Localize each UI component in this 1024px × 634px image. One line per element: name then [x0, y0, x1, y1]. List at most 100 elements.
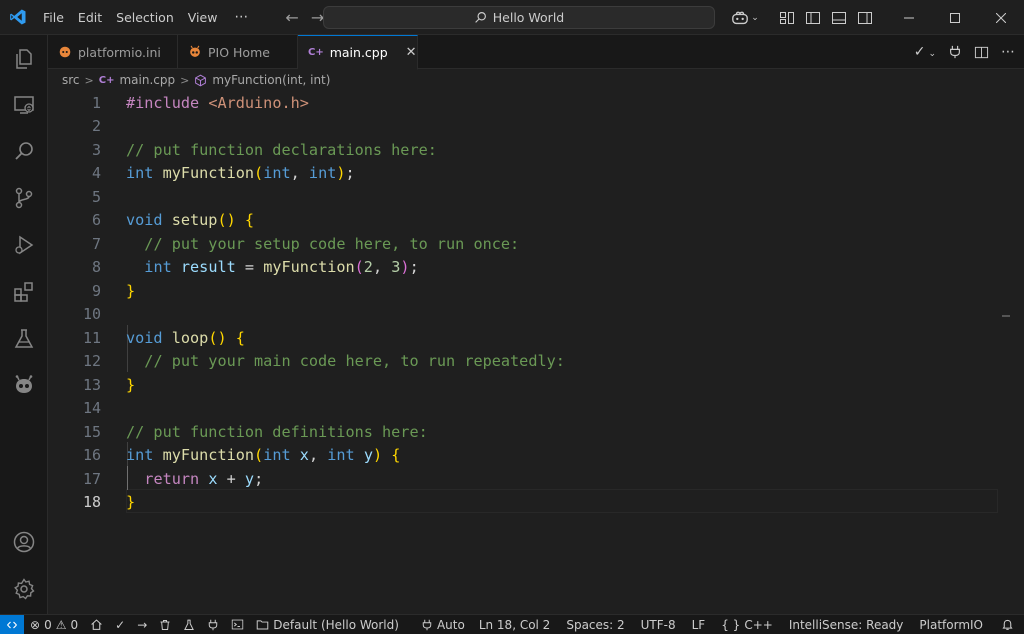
pio-build-button[interactable]: ✓ — [109, 615, 131, 634]
menu-edit[interactable]: Edit — [71, 0, 109, 35]
encoding[interactable]: UTF-8 — [633, 615, 684, 634]
breadcrumb: src > C+ main.cpp > myFunction(int, int) — [48, 69, 1024, 91]
check-icon[interactable]: ✓ ⌄ — [914, 44, 936, 60]
toggle-panel-icon[interactable] — [826, 0, 852, 35]
manage-gear-icon[interactable] — [0, 566, 48, 612]
indentation[interactable]: Spaces: 2 — [558, 615, 632, 634]
code-editor[interactable]: 1 #include <Arduino.h> 2 3 // put functi… — [48, 91, 1010, 614]
tab-main-cpp[interactable]: C+ main.cpp ✕ — [298, 35, 418, 70]
pio-test-button[interactable] — [177, 615, 201, 634]
intellisense-status[interactable]: IntelliSense: Ready — [781, 615, 912, 634]
trash-icon — [160, 619, 170, 630]
close-icon[interactable]: ✕ — [406, 45, 417, 60]
upload-port[interactable]: Auto — [415, 615, 471, 634]
problems-indicator[interactable]: ⊗ 0 ⚠ 0 — [24, 615, 84, 634]
menu-file[interactable]: File — [36, 0, 71, 35]
account-icon[interactable] — [0, 519, 48, 565]
code-line-current: 18 } — [48, 491, 1010, 515]
source-control-icon[interactable] — [0, 175, 48, 221]
breadcrumb-file[interactable]: main.cpp — [119, 73, 175, 87]
line-number: 7 — [91, 234, 101, 253]
method-symbol-icon — [195, 74, 207, 86]
code-line: 14 — [48, 397, 1010, 421]
search-text: Hello World — [492, 10, 565, 25]
menu-view[interactable]: View — [181, 0, 225, 35]
remote-indicator-icon[interactable] — [0, 614, 25, 634]
line-number: 12 — [82, 352, 101, 371]
flask-icon — [184, 619, 195, 630]
remote-explorer-icon[interactable] — [0, 82, 48, 128]
pio-clean-button[interactable] — [153, 615, 177, 634]
end-of-line[interactable]: LF — [684, 615, 714, 634]
pio-upload-button[interactable]: → — [131, 615, 153, 634]
code-line: 9 } — [48, 279, 1010, 303]
code-line: 10 — [48, 303, 1010, 327]
code-line: 12 // put your main code here, to run re… — [48, 350, 1010, 374]
testing-icon[interactable] — [0, 316, 48, 362]
code-line: 17 return x + y; — [48, 467, 1010, 491]
tab-platformio-ini[interactable]: platformio.ini — [48, 35, 178, 69]
error-icon: ⊗ — [30, 617, 41, 632]
status-bar: ⊗ 0 ⚠ 0 ✓ → Default (Hello World) Auto Ln … — [0, 614, 1024, 634]
toggle-secondary-sidebar-icon[interactable] — [852, 0, 878, 35]
bell-icon[interactable] — [991, 615, 1024, 634]
code-line: 16 int myFunction(int x, int y) { — [48, 444, 1010, 468]
menu-more-icon[interactable]: ⋯ — [224, 9, 259, 25]
breadcrumb-folder[interactable]: src — [62, 73, 80, 87]
terminal-icon — [232, 619, 244, 630]
line-number: 13 — [82, 375, 101, 394]
line-number: 18 — [82, 493, 101, 512]
maximize-button[interactable] — [932, 0, 978, 35]
tab-label: main.cpp — [329, 45, 388, 60]
title-bar: File Edit Selection View ⋯ ← → Hello Wor… — [0, 0, 1024, 35]
back-arrow-icon[interactable]: ← — [285, 8, 298, 27]
pio-serial-monitor-button[interactable] — [201, 615, 225, 634]
language-mode[interactable]: { } C++ — [713, 615, 781, 634]
cursor-position[interactable]: Ln 18, Col 2 — [471, 615, 559, 634]
customize-layout-icon[interactable] — [774, 0, 800, 35]
minimize-button[interactable] — [886, 0, 932, 35]
search-icon[interactable] — [0, 128, 48, 174]
warning-icon: ⚠ — [55, 617, 67, 632]
close-window-button[interactable] — [978, 0, 1024, 35]
chevron-right-icon: > — [84, 73, 94, 87]
platformio-alien-icon — [190, 45, 200, 57]
tab-label: platformio.ini — [78, 44, 161, 60]
command-center-search[interactable]: Hello World — [323, 6, 715, 29]
menu-selection[interactable]: Selection — [109, 0, 181, 35]
activity-bar — [0, 35, 48, 614]
plug-icon — [209, 619, 218, 630]
toggle-primary-sidebar-icon[interactable] — [800, 0, 826, 35]
line-number: 16 — [82, 446, 101, 465]
code-line: 3 // put function declarations here: — [48, 138, 1010, 162]
breadcrumb-symbol[interactable]: myFunction(int, int) — [212, 73, 330, 87]
code-line: 2 — [48, 115, 1010, 139]
project-environment[interactable]: Default (Hello World) — [250, 615, 405, 634]
cpp-file-icon: C+ — [98, 74, 115, 86]
vscode-logo-icon — [0, 0, 36, 35]
pio-home-button[interactable] — [84, 615, 109, 634]
more-actions-icon[interactable]: ⋯ — [1001, 44, 1016, 60]
code-line: 7 // put your setup code here, to run on… — [48, 232, 1010, 256]
plug-icon — [422, 619, 432, 630]
line-number: 1 — [91, 93, 101, 112]
line-number: 9 — [91, 281, 101, 300]
explorer-icon[interactable] — [0, 36, 48, 82]
split-editor-icon[interactable] — [974, 45, 989, 60]
pio-terminal-button[interactable] — [225, 615, 250, 634]
cpp-file-icon: C+ — [308, 47, 324, 58]
editor-tabs: platformio.ini PIO Home C+ main.cpp ✕ ✓ ⌄… — [48, 35, 1024, 70]
plug-icon[interactable] — [948, 45, 962, 59]
run-debug-icon[interactable] — [0, 222, 48, 268]
code-line: 11 void loop() { — [48, 326, 1010, 350]
tab-pio-home[interactable]: PIO Home — [178, 35, 298, 69]
line-number: 11 — [82, 328, 101, 347]
platformio-icon[interactable] — [0, 363, 48, 409]
line-number: 2 — [91, 117, 101, 136]
copilot-icon[interactable]: ⌄ — [728, 0, 762, 35]
platformio-file-icon — [59, 46, 71, 58]
extensions-icon[interactable] — [0, 269, 48, 315]
platformio-status[interactable]: PlatformIO — [911, 615, 991, 634]
folder-env-icon — [257, 620, 269, 630]
search-icon — [474, 12, 486, 23]
